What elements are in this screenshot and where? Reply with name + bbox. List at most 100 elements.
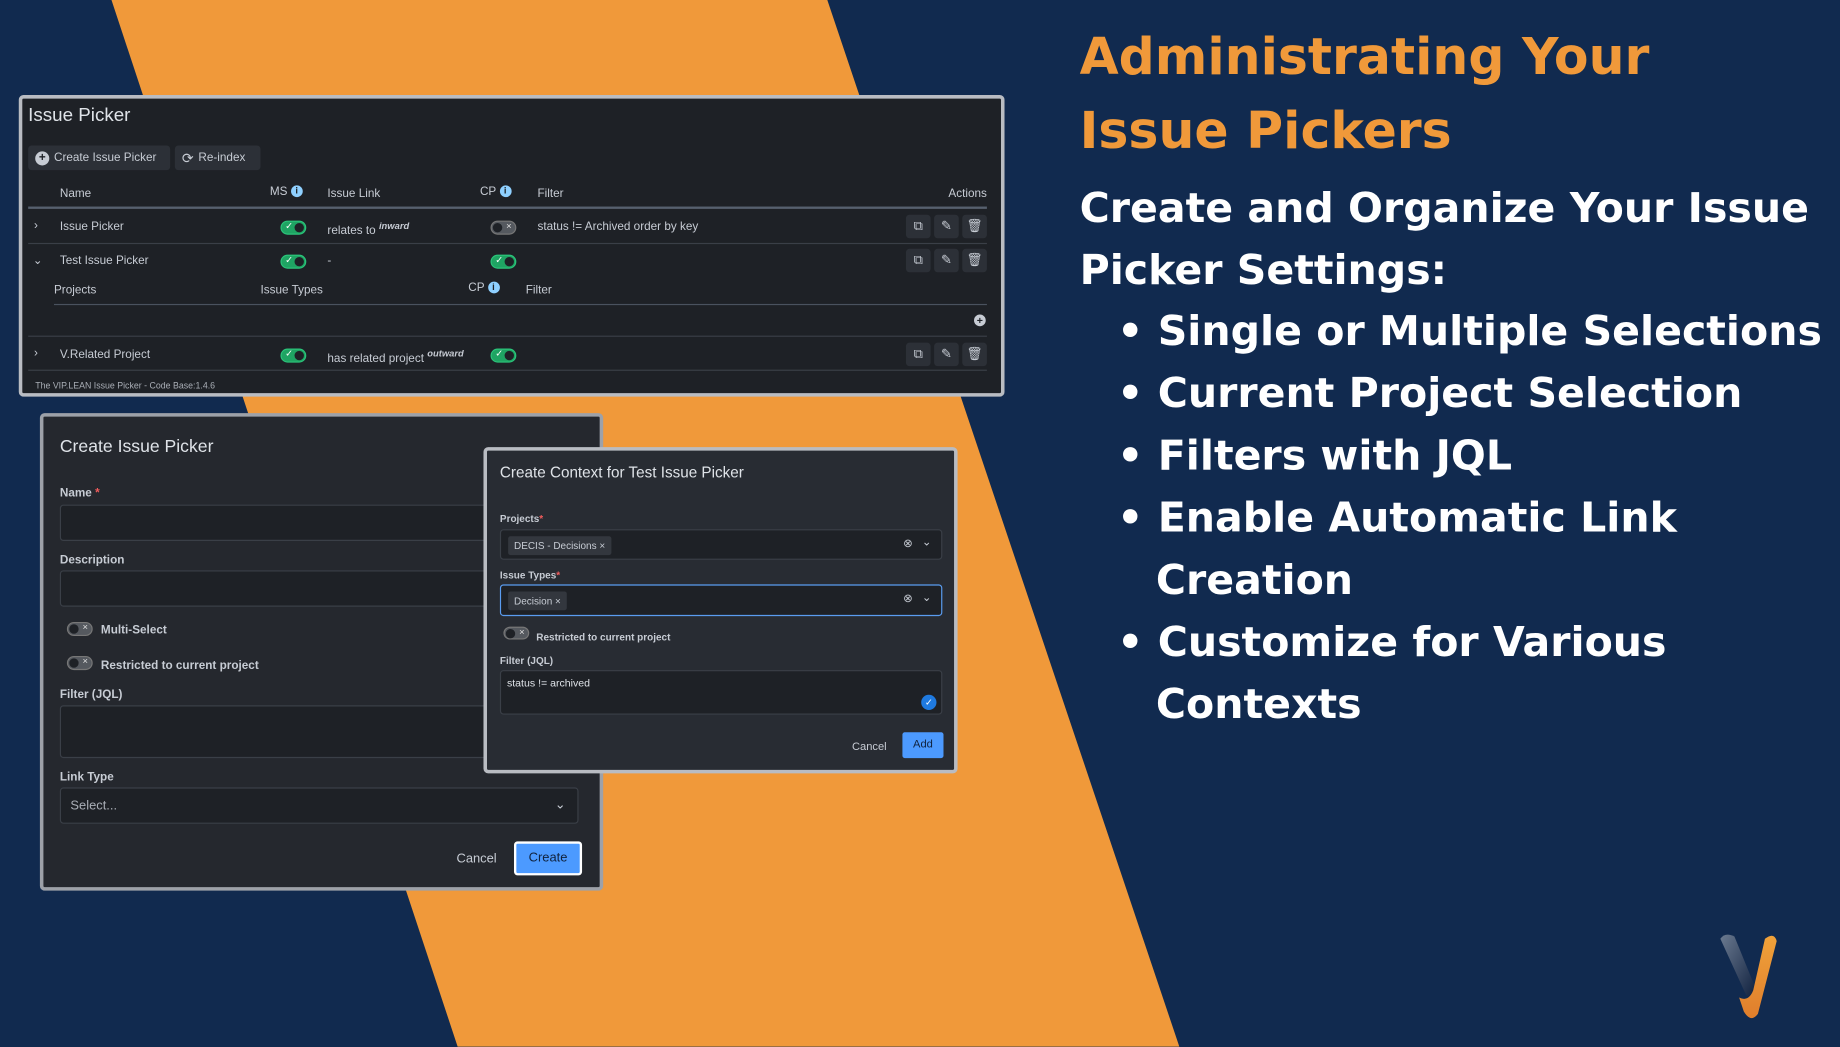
- projects-select[interactable]: DECIS - Decisions × ⊗ ⌄: [499, 529, 943, 560]
- title-line: Issue Pickers: [1079, 102, 1452, 161]
- col-ms: MS i: [270, 185, 303, 198]
- filter-textarea[interactable]: status != archived ✓: [499, 670, 943, 715]
- issue-types-label: Issue Types*: [499, 569, 561, 581]
- filter-label: Filter (JQL): [59, 688, 123, 702]
- info-icon[interactable]: i: [290, 185, 303, 198]
- filter-value: status != archived: [506, 677, 591, 689]
- link-type-label: Link Type: [59, 770, 114, 784]
- col-issue-link: Issue Link: [327, 187, 381, 201]
- subtitle-line: Picker Settings:: [1079, 247, 1448, 295]
- slide-title: Administrating Your Issue Pickers: [1080, 21, 1650, 169]
- create-context-dialog: Create Context for Test Issue Picker Pro…: [483, 447, 958, 774]
- sub-col-cp: CP i: [468, 281, 500, 295]
- copy-icon[interactable]: ⧉: [905, 342, 931, 367]
- slide-subtitle: Create and Organize Your Issue Picker Se…: [1080, 178, 1809, 302]
- reindex-label: Re-index: [198, 151, 246, 165]
- delete-trash-icon[interactable]: 🗑: [962, 248, 987, 273]
- copy-icon[interactable]: ⧉: [905, 214, 931, 239]
- bullet-item: • Customize for Various: [1117, 619, 1667, 667]
- delete-trash-icon[interactable]: 🗑: [962, 214, 987, 239]
- ms-toggle[interactable]: [280, 348, 307, 363]
- panel-title: Issue Picker: [28, 105, 131, 126]
- col-cp: CP i: [480, 185, 512, 198]
- refresh-icon: ⟳: [181, 149, 194, 167]
- ms-toggle[interactable]: [280, 220, 307, 235]
- slide: Issue Picker + Create Issue Picker ⟳ Re-in…: [0, 0, 1840, 1047]
- row-link: has related project outward: [327, 348, 464, 366]
- sub-col-filter: Filter: [525, 283, 552, 297]
- copy-icon[interactable]: ⧉: [905, 248, 931, 273]
- dialog-title: Create Context for Test Issue Picker: [499, 463, 744, 482]
- create-issue-picker-button[interactable]: + Create Issue Picker: [28, 145, 171, 171]
- bullet-item: • Filters with JQL: [1117, 433, 1513, 480]
- row-name: V.Related Project: [59, 348, 151, 362]
- cp-toggle[interactable]: [490, 254, 517, 269]
- sub-col-issue-types: Issue Types: [260, 283, 323, 297]
- remove-chip-icon[interactable]: ×: [599, 540, 605, 552]
- edit-pencil-icon[interactable]: ✎: [934, 214, 959, 239]
- col-filter: Filter: [537, 187, 564, 201]
- chevron-down-icon: ⌄: [554, 797, 566, 813]
- issue-types-select[interactable]: Decision × ⊗ ⌄: [499, 584, 943, 617]
- sub-col-projects: Projects: [53, 283, 97, 297]
- multi-select-label: Multi-Select: [100, 624, 167, 638]
- clear-icon[interactable]: ⊗: [903, 593, 913, 606]
- multi-select-toggle[interactable]: [66, 621, 93, 637]
- add-button[interactable]: Add: [902, 732, 944, 759]
- edit-pencil-icon[interactable]: ✎: [934, 342, 959, 367]
- footer-version: The VIP.LEAN Issue Picker - Code Base:1.…: [35, 380, 216, 391]
- chevron-down-icon[interactable]: ⌄: [922, 536, 932, 549]
- grammar-check-icon[interactable]: ✓: [921, 694, 937, 710]
- vip-lean-logo: [1720, 934, 1777, 1019]
- collapse-chevron-icon[interactable]: ⌄: [33, 255, 43, 268]
- header-divider: [28, 206, 987, 209]
- bullet-item: • Current Project Selection: [1117, 370, 1743, 418]
- chevron-down-icon[interactable]: ⌄: [922, 591, 932, 604]
- project-chip: DECIS - Decisions ×: [508, 536, 612, 556]
- delete-trash-icon[interactable]: 🗑: [962, 342, 987, 367]
- link-type-select[interactable]: Select... ⌄: [59, 787, 579, 824]
- col-actions: Actions: [948, 187, 987, 201]
- restricted-toggle[interactable]: [66, 655, 93, 671]
- clear-icon[interactable]: ⊗: [903, 537, 913, 550]
- issue-type-chip: Decision ×: [508, 591, 567, 611]
- bullet-continuation: Contexts: [1155, 681, 1362, 729]
- cp-toggle[interactable]: [490, 220, 517, 235]
- reindex-button[interactable]: ⟳ Re-index: [174, 145, 261, 171]
- row-name: Issue Picker: [59, 220, 124, 234]
- bullet-continuation: Creation: [1155, 557, 1354, 605]
- expand-chevron-icon[interactable]: ›: [34, 219, 38, 232]
- cp-toggle[interactable]: [490, 348, 517, 363]
- expand-chevron-icon[interactable]: ›: [34, 347, 38, 360]
- add-context-plus-icon[interactable]: +: [974, 314, 986, 327]
- subtitle-line: Create and Organize Your Issue: [1079, 185, 1809, 233]
- dialog-title: Create Issue Picker: [59, 436, 214, 457]
- info-icon[interactable]: i: [487, 281, 500, 294]
- col-name: Name: [59, 187, 92, 201]
- edit-pencil-icon[interactable]: ✎: [934, 248, 959, 273]
- create-button[interactable]: Create: [513, 841, 583, 876]
- filter-label: Filter (JQL): [499, 654, 554, 667]
- bullet-item: • Single or Multiple Selections: [1117, 308, 1822, 356]
- restricted-label: Restricted to current project: [536, 631, 671, 644]
- issue-picker-panel: Issue Picker + Create Issue Picker ⟳ Re-in…: [18, 95, 1005, 397]
- row-link: -: [327, 254, 332, 268]
- row-link: relates to inward: [327, 220, 410, 238]
- cancel-button[interactable]: Cancel: [852, 740, 887, 753]
- plus-circle-icon: +: [35, 150, 50, 165]
- feature-list: • Single or Multiple Selections • Curren…: [1117, 302, 1822, 737]
- link-type-placeholder: Select...: [70, 799, 118, 814]
- projects-label: Projects*: [499, 512, 544, 525]
- title-line: Administrating Your: [1079, 28, 1650, 87]
- row-divider: [28, 335, 987, 337]
- cancel-button[interactable]: Cancel: [456, 852, 496, 866]
- row-divider: [28, 242, 987, 245]
- name-label: Name *: [59, 487, 100, 500]
- restricted-toggle[interactable]: [503, 626, 530, 640]
- ms-toggle[interactable]: [280, 254, 307, 269]
- remove-chip-icon[interactable]: ×: [555, 595, 561, 607]
- bullet-item: • Enable Automatic Link: [1117, 495, 1677, 543]
- row-divider: [28, 369, 987, 371]
- info-icon[interactable]: i: [499, 185, 512, 198]
- create-label: Create Issue Picker: [53, 151, 157, 165]
